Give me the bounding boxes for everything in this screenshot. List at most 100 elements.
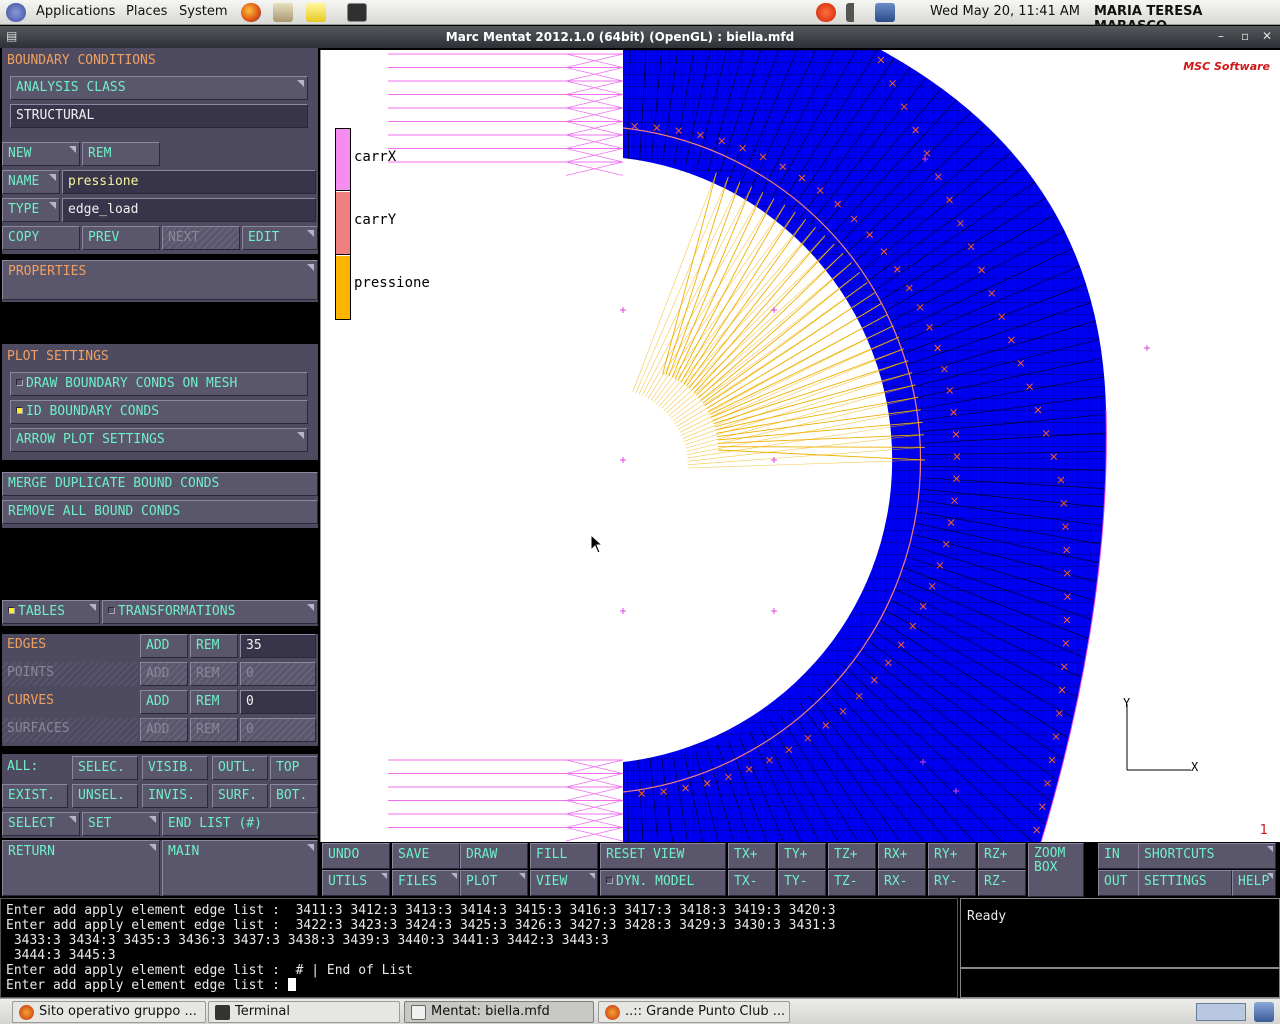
all-selected-button[interactable]: SELEC. [72,756,138,780]
window-titlebar[interactable]: ▤ Marc Mentat 2012.1.0 (64bit) (OpenGL) … [0,26,1280,48]
bc-block: BOUNDARY CONDITIONS ANALYSIS CLASS STRUC… [2,48,318,144]
edges-rem-button[interactable]: REM [190,634,238,658]
dyn-model-toggle[interactable]: DYN. MODEL [600,870,726,896]
all-invisible-button[interactable]: INVIS. [142,784,208,808]
maximize-icon[interactable]: ▫ [1241,29,1249,43]
all-unselected-button[interactable]: UNSEL. [72,784,138,808]
rx-plus-button[interactable]: RX+ [878,843,926,869]
task-terminal[interactable]: Terminal [208,1001,400,1023]
merge-duplicate-button[interactable]: MERGE DUPLICATE BOUND CONDS [2,472,318,496]
task-firefox-sito[interactable]: Sito operativo gruppo ... [12,1001,206,1023]
transformations-checkbox[interactable] [108,607,115,614]
save-button[interactable]: SAVE [392,843,460,869]
rz-minus-button[interactable]: RZ- [978,870,1026,896]
all-outline-button[interactable]: OUTL. [212,756,268,780]
close-icon[interactable]: ✕ [1262,29,1272,43]
update-notifier-icon[interactable] [816,3,836,22]
arrow-plot-settings-button[interactable]: ARROW PLOT SETTINGS [10,428,308,452]
edit-button[interactable]: EDIT [242,226,318,250]
name-button[interactable]: NAME [2,170,60,194]
network-icon[interactable] [875,3,895,22]
ty-minus-button[interactable]: TY- [778,870,826,896]
shortcuts-button[interactable]: SHORTCUTS [1138,843,1276,869]
graphics-viewport[interactable]: carrX carrY pressione MSC Software Y X 1 [320,50,1280,842]
end-list-button[interactable]: END LIST (#) [162,812,318,836]
help-button[interactable]: HELP [1232,870,1276,896]
remove-all-button[interactable]: REMOVE ALL BOUND CONDS [2,500,318,524]
gnome-foot-icon[interactable] [6,3,26,22]
type-button[interactable]: TYPE [2,198,60,222]
terminal-icon [215,1005,230,1020]
curves-rem-button[interactable]: REM [190,690,238,714]
rem-button[interactable]: REM [82,142,160,166]
prev-button[interactable]: PREV [82,226,160,250]
settings-button[interactable]: SETTINGS [1138,870,1232,896]
trash-icon[interactable] [1254,1002,1274,1022]
view-button[interactable]: VIEW [530,870,598,896]
id-bc-checkbox[interactable] [16,407,23,414]
tz-minus-button[interactable]: TZ- [828,870,876,896]
name-field[interactable]: pressione [62,170,316,194]
firefox-icon[interactable] [241,3,261,22]
fill-button[interactable]: FILL [530,843,598,869]
task-firefox-grande-punto[interactable]: ..:: Grande Punto Club ... [598,1001,790,1023]
analysis-class-button[interactable]: ANALYSIS CLASS [10,76,308,100]
zoom-out-button[interactable]: OUT [1098,870,1140,896]
transformations-toggle[interactable]: TRANSFORMATIONS [102,600,318,624]
clock[interactable]: Wed May 20, 11:41 AM [930,4,1080,19]
tables-checkbox[interactable] [8,607,15,614]
reset-view-button[interactable]: RESET VIEW [600,843,726,869]
new-button[interactable]: NEW [2,142,80,166]
edges-add-button[interactable]: ADD [140,634,188,658]
properties-button[interactable]: PROPERTIES [2,260,318,300]
command-input-line[interactable]: Enter add apply element edge list : [6,978,952,993]
draw-bc-on-mesh-toggle[interactable]: DRAW BOUNDARY CONDS ON MESH [10,372,308,396]
undo-button[interactable]: UNDO [322,843,390,869]
copy-button[interactable]: COPY [2,226,80,250]
all-existing-button[interactable]: EXIST. [2,784,68,808]
minimize-icon[interactable]: – [1218,29,1224,43]
all-surface-button[interactable]: SURF. [212,784,268,808]
id-bc-toggle[interactable]: ID BOUNDARY CONDS [10,400,308,424]
return-button[interactable]: RETURN [2,840,160,896]
all-bottom-button[interactable]: BOT. [270,784,318,808]
volume-icon[interactable] [846,3,866,22]
draw-button[interactable]: DRAW [460,843,528,869]
tz-plus-button[interactable]: TZ+ [828,843,876,869]
zoom-box-line2: BOX [1034,860,1058,875]
file-manager-icon[interactable] [273,3,293,22]
mesh-canvas[interactable] [321,50,1280,842]
tx-minus-button[interactable]: TX- [728,870,776,896]
zoom-box-button[interactable]: ZOOM BOX [1028,843,1084,897]
places-menu[interactable]: Places [126,4,167,19]
ry-minus-button[interactable]: RY- [928,870,976,896]
zoom-in-button[interactable]: IN [1098,843,1140,869]
transformations-label: TRANSFORMATIONS [118,604,236,619]
text-editor-icon[interactable] [306,3,326,22]
utils-button[interactable]: UTILS [322,870,390,896]
task-mentat[interactable]: Mentat: biella.mfd [404,1001,594,1023]
terminal-icon[interactable] [347,3,367,22]
ty-plus-button[interactable]: TY+ [778,843,826,869]
rz-plus-button[interactable]: RZ+ [978,843,1026,869]
dyn-model-checkbox[interactable] [606,877,613,884]
rx-minus-button[interactable]: RX- [878,870,926,896]
command-console[interactable]: Enter add apply element edge list : 3411… [0,898,958,998]
draw-bc-checkbox[interactable] [16,379,23,386]
workspace-switcher[interactable] [1196,1003,1246,1021]
system-menu[interactable]: System [179,4,227,19]
task-label: ..:: Grande Punto Club ... [625,1004,786,1019]
select-button[interactable]: SELECT [2,812,80,836]
tables-toggle[interactable]: TABLES [2,600,100,624]
ry-plus-button[interactable]: RY+ [928,843,976,869]
all-visible-button[interactable]: VISIB. [142,756,208,780]
all-top-button[interactable]: TOP [270,756,318,780]
set-button[interactable]: SET [82,812,160,836]
curves-add-button[interactable]: ADD [140,690,188,714]
files-button[interactable]: FILES [392,870,460,896]
node-marker [620,457,626,463]
applications-menu[interactable]: Applications [36,4,115,19]
plot-button[interactable]: PLOT [460,870,528,896]
main-button[interactable]: MAIN [162,840,318,896]
tx-plus-button[interactable]: TX+ [728,843,776,869]
